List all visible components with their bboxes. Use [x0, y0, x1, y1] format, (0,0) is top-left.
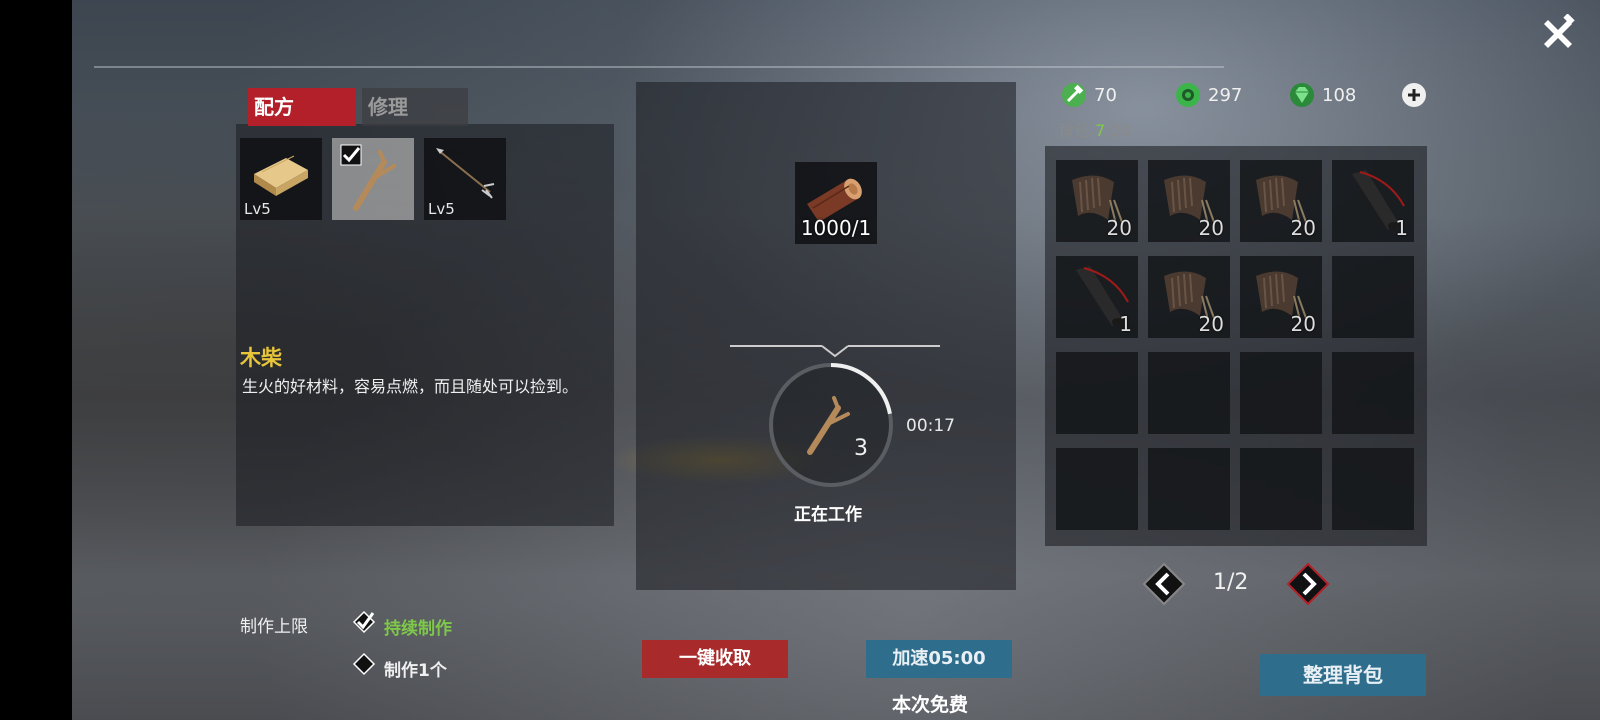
gear-coin-icon [1176, 83, 1200, 107]
resource-gem: 108 [1288, 80, 1356, 110]
item-quantity: 20 [1198, 312, 1224, 336]
item-quantity: 20 [1106, 216, 1132, 240]
backpack-label: 背包 [1058, 121, 1091, 140]
inventory-slot[interactable]: 20 [1240, 256, 1322, 338]
production-quantity: 3 [854, 436, 868, 461]
resource-value: 297 [1208, 84, 1243, 106]
collect-all-button[interactable]: 一键收取 [642, 640, 788, 678]
next-page-button[interactable] [1286, 562, 1330, 606]
inventory-slot[interactable]: 20 [1148, 160, 1230, 242]
backpack-capacity: 背包 7/20 [1058, 117, 1131, 141]
arrow-icon [436, 148, 495, 199]
backpack-max: /20 [1105, 121, 1132, 140]
item-quantity: 20 [1198, 216, 1224, 240]
recipe-slot-wood-plank[interactable]: Lv5 [240, 138, 322, 220]
chevron-left-icon [1142, 562, 1186, 606]
inventory-slot[interactable]: 1 [1056, 256, 1138, 338]
wood-plank-icon [254, 155, 308, 196]
checkbox-checked-icon [352, 610, 376, 634]
recipe-slot-arrow[interactable]: Lv5 [424, 138, 506, 220]
gem-icon [1290, 83, 1314, 107]
inventory-slot-empty[interactable] [1332, 352, 1414, 434]
resource-value: 108 [1322, 84, 1357, 106]
branch-icon [807, 396, 850, 455]
inventory-slot-empty[interactable] [1240, 352, 1322, 434]
add-resource-button[interactable] [1402, 83, 1426, 107]
single-craft-label[interactable]: 制作1个 [384, 656, 447, 681]
tab-repair[interactable]: 修理 [362, 88, 468, 126]
inventory-slot[interactable]: 20 [1148, 256, 1230, 338]
tab-recipe[interactable]: 配方 [248, 88, 356, 126]
inventory-slot[interactable]: 20 [1056, 160, 1138, 242]
recipe-level: Lv5 [428, 200, 455, 218]
plus-icon [1408, 89, 1420, 101]
sort-bag-button[interactable]: 整理背包 [1260, 654, 1426, 696]
header-divider [94, 66, 1224, 68]
production-timer: 00:17 [906, 416, 955, 436]
close-icon [1544, 13, 1575, 48]
inventory-slot-empty[interactable] [1056, 448, 1138, 530]
prev-page-button[interactable] [1142, 562, 1186, 606]
production-status: 正在工作 [794, 505, 862, 525]
inventory-slot[interactable]: 1 [1332, 160, 1414, 242]
item-quantity: 1 [1395, 216, 1408, 240]
pointer-divider [730, 345, 940, 358]
speed-up-button[interactable]: 加速05:00 [866, 640, 1012, 678]
continuous-craft-checkbox[interactable] [352, 610, 376, 634]
recipe-level: Lv5 [244, 200, 271, 218]
close-button[interactable] [1538, 13, 1578, 54]
inventory-slot-empty[interactable] [1148, 448, 1230, 530]
inventory-slot[interactable]: 20 [1240, 160, 1322, 242]
inventory-slot-empty[interactable] [1056, 352, 1138, 434]
recipe-slot-branch[interactable] [332, 138, 414, 220]
continuous-craft-label[interactable]: 持续制作 [384, 614, 452, 639]
material-slot[interactable]: 1000/1 [795, 162, 877, 244]
material-count: 1000/1 [800, 216, 872, 240]
inventory-slot-empty[interactable] [1240, 448, 1322, 530]
resource-hammer: 70 [1060, 80, 1117, 110]
item-name: 木柴 [240, 346, 282, 370]
inventory-slot-empty[interactable] [1332, 448, 1414, 530]
item-quantity: 20 [1290, 312, 1316, 336]
selected-check-icon [340, 144, 362, 166]
resource-value: 70 [1094, 84, 1117, 106]
free-note: 本次免费 [892, 694, 969, 716]
page-indicator: 1/2 [1213, 570, 1249, 595]
inventory-slot-empty[interactable] [1148, 352, 1230, 434]
item-description: 生火的好材料，容易点燃，而且随处可以捡到。 [242, 377, 579, 396]
item-quantity: 1 [1119, 312, 1132, 336]
inventory-slot-empty[interactable] [1332, 256, 1414, 338]
checkbox-empty-icon [352, 652, 376, 676]
single-craft-checkbox[interactable] [352, 652, 376, 676]
chevron-right-icon [1286, 562, 1330, 606]
resource-gear: 297 [1174, 80, 1242, 110]
backpack-current: 7 [1095, 121, 1106, 140]
craft-limit-label: 制作上限 [240, 617, 308, 637]
hammer-badge-icon [1062, 83, 1086, 107]
item-quantity: 20 [1290, 216, 1316, 240]
